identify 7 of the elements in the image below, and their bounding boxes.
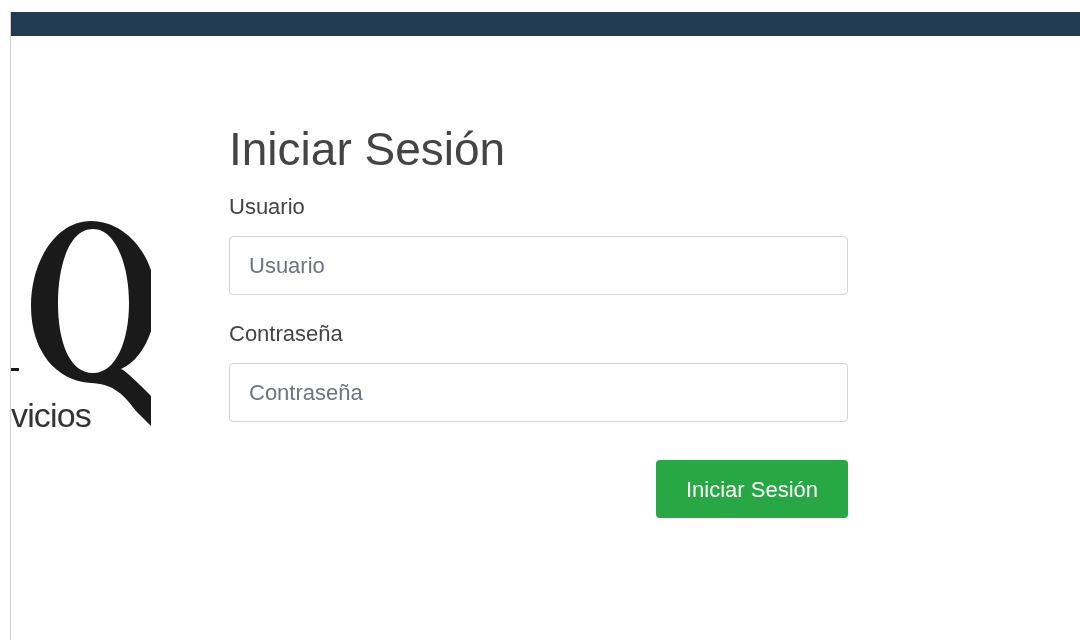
logo-text: vicios	[11, 398, 91, 432]
field-label: Usuario	[229, 196, 305, 218]
form-title: Iniciar Sesión	[229, 126, 506, 172]
password-field[interactable]: Contraseña	[229, 363, 848, 422]
login-button[interactable]: Iniciar Sesión	[656, 460, 848, 518]
field-label: Contraseña	[229, 323, 343, 345]
username-field[interactable]: Usuario	[229, 236, 848, 295]
